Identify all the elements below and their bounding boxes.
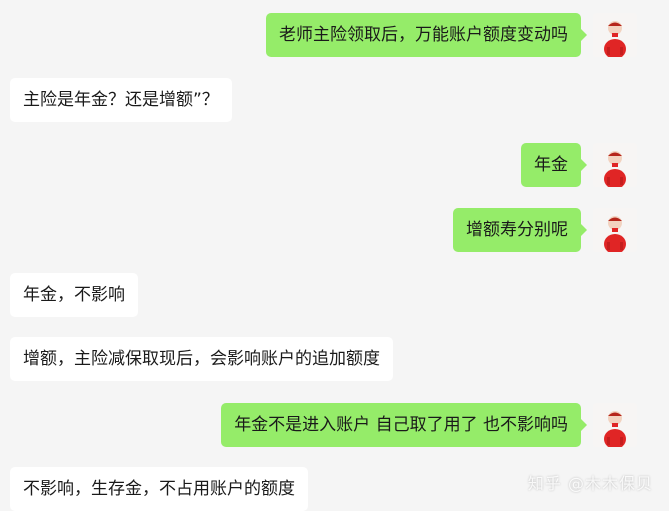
user-avatar-icon[interactable]: [593, 208, 637, 252]
received-message-bubble[interactable]: 年金，不影响: [10, 273, 138, 317]
chat-window: 老师主险领取后，万能账户额度变动吗 主险是年金？还是增额”？ 年金 增额寿分别呢…: [0, 0, 669, 511]
message-row-sent: 年金不是进入账户 自己取了用了 也不影响吗: [221, 403, 637, 447]
received-message-bubble[interactable]: 增额，主险减保取现后，会影响账户的追加额度: [10, 337, 393, 381]
message-row-sent: 增额寿分别呢: [453, 208, 637, 252]
sent-message-bubble[interactable]: 年金不是进入账户 自己取了用了 也不影响吗: [221, 403, 587, 447]
zhihu-watermark: 知乎 @木木保贝: [527, 474, 653, 493]
sent-message-bubble[interactable]: 老师主险领取后，万能账户额度变动吗: [266, 13, 587, 57]
message-row-sent: 老师主险领取后，万能账户额度变动吗: [266, 13, 637, 57]
user-avatar-icon[interactable]: [593, 143, 637, 187]
message-row-received: 主险是年金？还是增额”？: [10, 78, 232, 122]
user-avatar-icon[interactable]: [593, 13, 637, 57]
sent-message-bubble[interactable]: 增额寿分别呢: [453, 208, 587, 252]
message-row-received: 不影响，生存金，不占用账户的额度: [10, 467, 308, 511]
sent-message-bubble[interactable]: 年金: [521, 143, 587, 187]
received-message-bubble[interactable]: 主险是年金？还是增额”？: [10, 78, 232, 122]
received-message-bubble[interactable]: 不影响，生存金，不占用账户的额度: [10, 467, 308, 511]
user-avatar-icon[interactable]: [593, 403, 637, 447]
message-row-sent: 年金: [521, 143, 637, 187]
message-row-received: 年金，不影响: [10, 273, 138, 317]
message-row-received: 增额，主险减保取现后，会影响账户的追加额度: [10, 337, 393, 381]
